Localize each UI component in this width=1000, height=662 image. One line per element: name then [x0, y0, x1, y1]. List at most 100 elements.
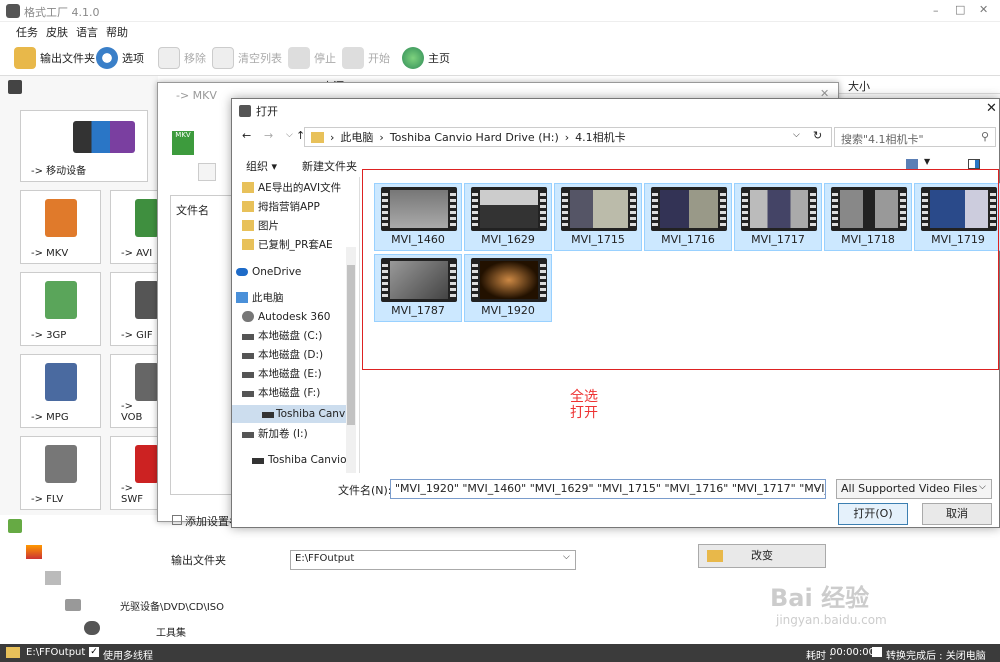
picture-category-icon[interactable]	[25, 545, 42, 559]
maximize-icon[interactable]: □	[955, 3, 965, 16]
folder-icon	[707, 550, 723, 562]
after-done-checkbox[interactable]	[872, 647, 882, 657]
address-dropdown-icon[interactable]: ⌵	[793, 130, 800, 140]
filename-input[interactable]: "MVI_1920" "MVI_1460" "MVI_1629" "MVI_17…	[390, 479, 826, 499]
drive-icon	[242, 334, 254, 340]
nav-item-drive-e[interactable]: 本地磁盘 (E:)	[242, 365, 322, 383]
menu-language[interactable]: 语言	[76, 24, 98, 40]
minimize-icon[interactable]: –	[933, 4, 939, 17]
mkv-file-list[interactable]: 文件名	[170, 195, 232, 495]
nav-item-drive-f[interactable]: 本地磁盘 (F:)	[242, 384, 320, 402]
format-vob[interactable]: -> VOB	[110, 354, 159, 428]
view-dropdown-icon[interactable]: ▼	[924, 157, 930, 166]
nav-item-new-volume[interactable]: 新加卷 (I:)	[242, 425, 308, 443]
size-column-header[interactable]: 大小	[848, 78, 870, 94]
nav-item-this-pc[interactable]: 此电脑	[236, 289, 284, 307]
dialog-title: 打开	[256, 105, 278, 118]
open-button[interactable]: 打开(O)	[838, 503, 908, 525]
annotation-text: 全选 打开	[570, 389, 598, 421]
stop-icon	[288, 47, 310, 69]
folder-icon	[242, 220, 254, 231]
drive-icon	[242, 353, 254, 359]
annotation-select-all: 全选	[570, 389, 598, 405]
vob-icon	[135, 363, 159, 401]
add-file-icon[interactable]	[197, 163, 216, 181]
nav-item-ae-avi[interactable]: AE导出的AVI文件	[242, 179, 341, 197]
start-icon	[342, 47, 364, 69]
document-category-icon[interactable]	[45, 571, 61, 585]
nav-item-toshiba-selected[interactable]: Toshiba Canvio	[232, 405, 355, 423]
clear-list-icon	[212, 47, 234, 69]
nav-item-drive-d[interactable]: 本地磁盘 (D:)	[242, 346, 323, 364]
menu-skin[interactable]: 皮肤	[46, 24, 68, 40]
tools-icon[interactable]	[84, 621, 100, 635]
breadcrumb-drive[interactable]: Toshiba Canvio Hard Drive (H:)	[390, 131, 559, 144]
elapsed-label: 耗时 :	[806, 651, 833, 662]
nav-item-pictures[interactable]: 图片	[242, 217, 279, 235]
filename-dropdown-icon[interactable]: ⌵	[814, 482, 821, 492]
home-button[interactable]: 主页	[402, 46, 450, 70]
optical-drive-label[interactable]: 光驱设备\DVD\CD\ISO	[120, 598, 224, 613]
format-swf[interactable]: -> SWF	[110, 436, 159, 510]
audio-category-icon[interactable]	[8, 519, 22, 533]
add-settings-checkbox[interactable]	[172, 515, 182, 525]
menu-task[interactable]: 任务	[16, 24, 38, 40]
nav-item-autodesk[interactable]: Autodesk 360	[242, 308, 330, 326]
refresh-icon[interactable]: ↻	[813, 129, 822, 142]
options-button[interactable]: 选项	[96, 46, 144, 70]
clear-list-button[interactable]: 清空列表	[212, 46, 282, 70]
breadcrumb-this-pc[interactable]: 此电脑	[340, 129, 373, 145]
format-3gp[interactable]: -> 3GP	[20, 272, 101, 346]
navigation-scrollbar[interactable]	[346, 247, 356, 473]
breadcrumb-separator-icon: ›	[330, 130, 335, 144]
format-gif[interactable]: -> GIF	[110, 272, 159, 346]
status-output-path[interactable]: E:\FFOutput	[26, 647, 85, 658]
remove-button[interactable]: 移除	[158, 46, 206, 70]
optical-drive-icon[interactable]	[64, 599, 81, 611]
output-folder-select[interactable]: E:\FFOutput ⌵	[290, 550, 576, 570]
mkv-dialog-title: -> MKV	[176, 89, 217, 102]
format-mobile[interactable]: -> 移动设备	[20, 110, 148, 182]
change-button[interactable]: 改变	[698, 544, 826, 568]
filename-label: 文件名(N):	[338, 484, 392, 497]
nav-item-drive-c[interactable]: 本地磁盘 (C:)	[242, 327, 322, 345]
new-folder-button[interactable]: 新建文件夹	[302, 158, 357, 174]
address-bar[interactable]: › 此电脑 › Toshiba Canvio Hard Drive (H:) ›…	[304, 127, 832, 147]
breadcrumb-folder[interactable]: 4.1相机卡	[575, 129, 626, 145]
view-options-icon[interactable]	[906, 159, 918, 169]
after-done-label: 转换完成后 : 关闭电脑	[886, 651, 986, 662]
menu-help[interactable]: 帮助	[106, 24, 128, 40]
nav-item-toshiba[interactable]: Toshiba Canvio	[252, 451, 347, 469]
dialog-close-icon[interactable]: ✕	[986, 101, 997, 116]
video-category-icon[interactable]	[8, 80, 22, 94]
folder-icon	[311, 131, 324, 143]
folder-icon	[242, 182, 254, 193]
autodesk-icon	[242, 311, 254, 322]
external-drive-icon	[252, 458, 264, 464]
tools-label[interactable]: 工具集	[156, 624, 186, 639]
drive-icon	[242, 391, 254, 397]
output-folder-button[interactable]: 输出文件夹	[14, 46, 95, 70]
nav-item-onedrive[interactable]: OneDrive	[236, 263, 301, 281]
format-avi[interactable]: -> AVI	[110, 190, 159, 264]
format-mpg[interactable]: -> MPG	[20, 354, 101, 428]
close-icon[interactable]: ✕	[979, 3, 988, 16]
filetype-select[interactable]: All Supported Video Files ⌵	[836, 479, 992, 499]
preview-pane-icon[interactable]	[967, 159, 980, 169]
cancel-button[interactable]: 取消	[922, 503, 992, 525]
format-mkv[interactable]: -> MKV	[20, 190, 101, 264]
stop-button[interactable]: 停止	[288, 46, 336, 70]
forward-arrow-icon[interactable]: →	[264, 129, 273, 142]
back-arrow-icon[interactable]: ←	[242, 129, 251, 142]
start-button[interactable]: 开始	[342, 46, 390, 70]
organize-menu[interactable]: 组织 ▾	[246, 158, 277, 174]
format-flv[interactable]: -> FLV	[20, 436, 101, 510]
folder-icon	[6, 647, 20, 658]
mpg-icon	[45, 363, 77, 401]
nav-item-copied-pr[interactable]: 已复制_PR套AE	[242, 236, 333, 254]
nav-item-thumb-app[interactable]: 拇指营销APP	[242, 198, 320, 216]
recent-chevron-icon[interactable]: ⌵	[286, 130, 293, 140]
scrollbar-thumb[interactable]	[347, 265, 355, 425]
search-input[interactable]: 搜索"4.1相机卡" ⚲	[834, 127, 996, 147]
multithread-checkbox[interactable]: ✓	[89, 647, 99, 657]
